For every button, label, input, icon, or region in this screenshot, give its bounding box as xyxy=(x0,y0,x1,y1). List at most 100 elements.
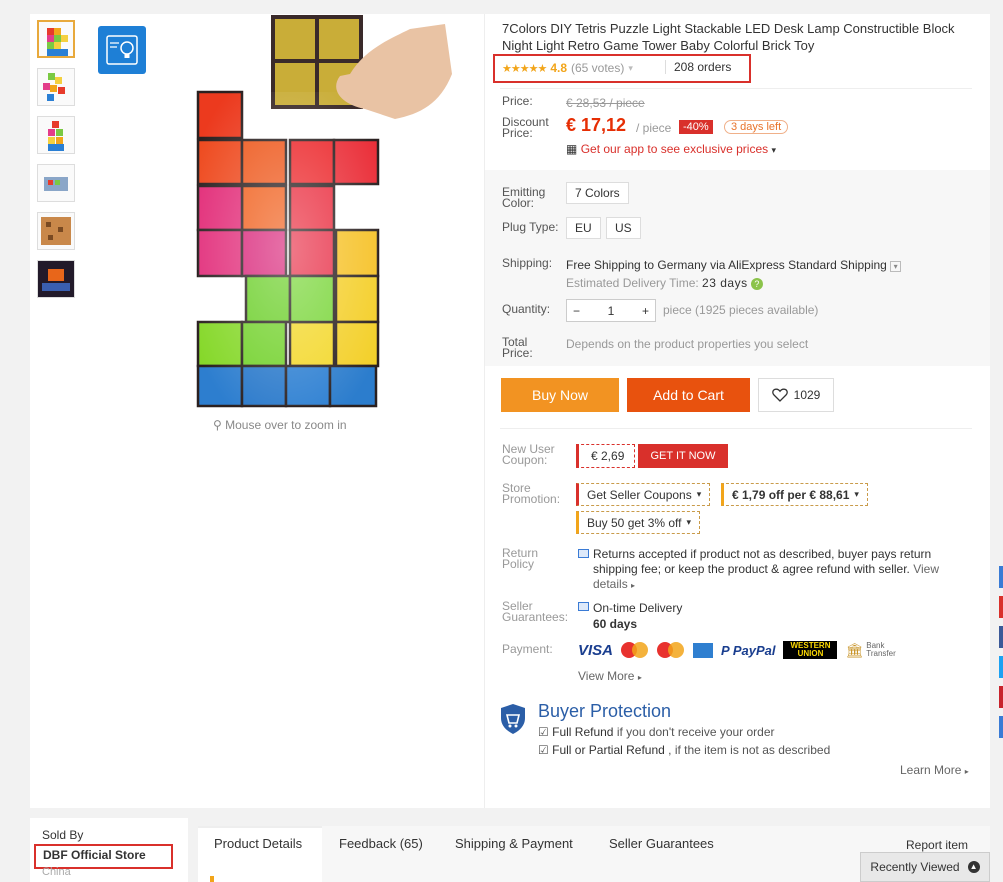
mastercard-logo-icon xyxy=(657,642,685,658)
color-label: Emitting Color: xyxy=(502,185,546,210)
wishlist-button[interactable]: 1029 xyxy=(758,378,834,412)
get-it-now-button[interactable]: GET IT NOW xyxy=(638,444,728,468)
recently-viewed-text: Recently Viewed xyxy=(870,860,960,874)
quantity-available: piece (1925 pieces available) xyxy=(663,303,819,317)
edge-widget-2[interactable] xyxy=(999,596,1003,618)
tab-content-marker xyxy=(210,876,214,882)
store-discount-dropdown[interactable]: € 1,79 off per € 88,61 ▾ xyxy=(721,483,868,506)
quantity-increase-button[interactable]: + xyxy=(642,304,649,318)
payment-methods: VISA P PayPal WESTERN UNION 🏛 Bank Transf… xyxy=(578,641,900,659)
bulk-discount-text: Buy 50 get 3% off xyxy=(587,515,682,530)
plug-option-eu[interactable]: EU xyxy=(566,217,601,239)
store-country: China xyxy=(42,866,71,878)
delivery-days: 23 days xyxy=(702,276,748,290)
star-rating-icon: ★★★★★ xyxy=(502,62,547,75)
tab-shipping-payment[interactable]: Shipping & Payment xyxy=(455,836,573,851)
estimated-delivery: Estimated Delivery Time: 23 days ? xyxy=(566,276,763,290)
checkbox-icon: ☑ xyxy=(538,743,549,757)
paypal-logo-icon: P PayPal xyxy=(721,642,776,658)
chevron-right-icon: ▸ xyxy=(637,673,642,682)
chevron-down-icon: ▾ xyxy=(771,145,776,155)
seller-coupons-text: Get Seller Coupons xyxy=(587,487,692,502)
rating-votes: (65 votes) xyxy=(571,61,625,75)
product-title: 7Colors DIY Tetris Puzzle Light Stackabl… xyxy=(502,21,955,53)
orders-count: 208 orders xyxy=(665,60,731,74)
shipping-method[interactable]: Free Shipping to Germany via AliExpress … xyxy=(566,258,902,272)
recently-viewed-button[interactable]: Recently Viewed ▲ xyxy=(860,852,990,882)
learn-more-link[interactable]: Learn More ▸ xyxy=(900,763,969,777)
buy-now-button[interactable]: Buy Now xyxy=(501,378,619,412)
divider xyxy=(500,428,972,429)
full-refund-strong: Full Refund xyxy=(552,725,614,739)
return-policy-icon xyxy=(578,549,589,558)
add-to-cart-button[interactable]: Add to Cart xyxy=(627,378,750,412)
divider xyxy=(500,88,972,89)
thumbnail-6[interactable] xyxy=(37,260,75,298)
delivery-truck-icon xyxy=(578,602,589,611)
chevron-down-icon: ▾ xyxy=(628,62,633,73)
paypal-text: PayPal xyxy=(732,642,776,658)
thumbnail-2[interactable] xyxy=(37,68,75,106)
help-icon[interactable]: ? xyxy=(750,278,763,290)
edge-widget-4[interactable] xyxy=(999,656,1003,678)
product-main-image[interactable] xyxy=(190,14,480,414)
discount-price-label: Discount Price: xyxy=(502,115,549,140)
store-name-link[interactable]: DBF Official Store xyxy=(43,848,146,862)
search-icon: ⚲ xyxy=(213,418,222,432)
amex-logo-icon xyxy=(693,642,714,658)
thumbnail-4[interactable] xyxy=(37,164,75,202)
quantity-input[interactable]: 1 xyxy=(608,304,615,318)
store-discount-text: € 1,79 off per € 88,61 xyxy=(732,487,850,502)
bulk-discount-dropdown[interactable]: Buy 50 get 3% off ▾ xyxy=(576,511,701,534)
edge-widget-1[interactable] xyxy=(999,566,1003,588)
western-union-logo-icon: WESTERN UNION xyxy=(783,641,838,659)
price-label: Price: xyxy=(502,94,533,108)
shipping-label: Shipping: xyxy=(502,256,553,270)
panel-divider xyxy=(484,14,485,808)
rating[interactable]: ★★★★★ 4.8 (65 votes) ▾ xyxy=(502,61,633,75)
tab-product-details[interactable]: Product Details xyxy=(198,826,322,882)
plug-option-us[interactable]: US xyxy=(606,217,641,239)
quantity-label: Quantity: xyxy=(502,302,551,316)
thumbnail-3[interactable] xyxy=(37,116,75,154)
discount-badge: -40% xyxy=(679,120,713,134)
total-price-text: Depends on the product properties you se… xyxy=(566,337,809,351)
per-piece-label: / piece xyxy=(636,121,672,135)
full-refund-line: ☑ Full Refund if you don't receive your … xyxy=(538,725,775,739)
full-refund-text: if you don't receive your order xyxy=(613,725,775,739)
edge-widget-5[interactable] xyxy=(999,686,1003,708)
report-item-link[interactable]: Report item xyxy=(906,838,968,852)
total-price-label: Total Price: xyxy=(502,335,533,360)
thumbnail-list xyxy=(37,20,77,308)
edge-widget-6[interactable] xyxy=(999,716,1003,738)
tab-seller-guarantees[interactable]: Seller Guarantees xyxy=(609,836,714,851)
shipping-method-text: Free Shipping to Germany via AliExpress … xyxy=(566,258,887,272)
chevron-down-icon: ▾ xyxy=(696,489,702,499)
zoom-hint-text: Mouse over to zoom in xyxy=(225,418,347,432)
thumbnail-5[interactable] xyxy=(37,212,75,250)
new-user-coupon: € 2,69 xyxy=(576,444,636,468)
seller-coupons-dropdown[interactable]: Get Seller Coupons ▾ xyxy=(576,483,711,506)
chevron-up-icon: ▲ xyxy=(967,861,980,873)
learn-more-text: Learn More xyxy=(900,763,962,777)
return-policy-description: Returns accepted if product not as descr… xyxy=(593,547,932,576)
tab-feedback[interactable]: Feedback (65) xyxy=(339,836,423,851)
maestro-logo-icon xyxy=(621,642,649,658)
return-policy-text: Returns accepted if product not as descr… xyxy=(593,547,943,593)
plug-label: Plug Type: xyxy=(502,220,559,234)
days-left-badge: 3 days left xyxy=(724,120,789,134)
buyer-protection-title: Buyer Protection xyxy=(538,701,672,721)
checkbox-icon: ☑ xyxy=(538,725,549,739)
app-promo-link[interactable]: ▦ Get our app to see exclusive prices ▾ xyxy=(566,142,776,156)
quantity-stepper: − 1 + xyxy=(566,299,656,322)
seller-guarantees-label: Seller Guarantees: xyxy=(502,599,569,624)
visa-logo-icon: VISA xyxy=(578,641,614,659)
bank-transfer-text: Bank Transfer xyxy=(866,641,896,658)
view-more-link[interactable]: View More ▸ xyxy=(578,669,642,683)
color-option-7-colors[interactable]: 7 Colors xyxy=(566,182,629,204)
chevron-down-icon: ▾ xyxy=(890,261,902,272)
thumbnail-1[interactable] xyxy=(37,20,75,58)
quantity-decrease-button[interactable]: − xyxy=(573,304,580,318)
edge-widget-3[interactable] xyxy=(999,626,1003,648)
shield-icon xyxy=(501,704,525,734)
